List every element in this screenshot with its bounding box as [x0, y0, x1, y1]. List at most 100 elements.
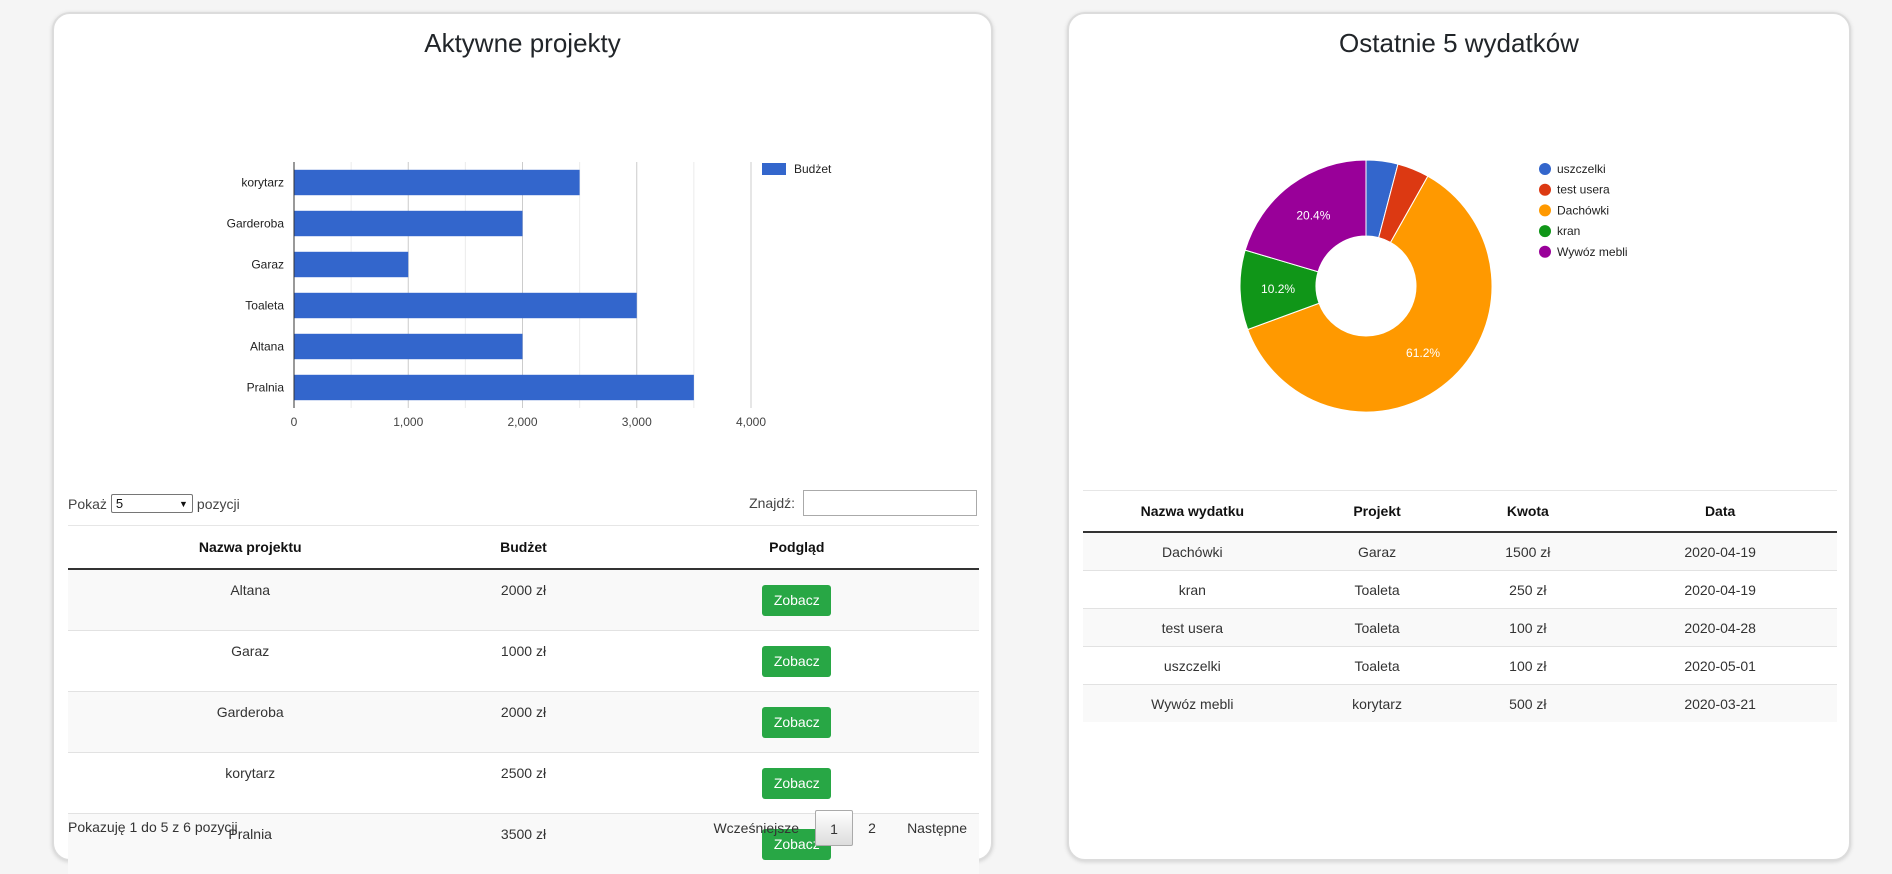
project-name-cell: korytarz	[68, 753, 432, 814]
pagination-page-2[interactable]: 2	[853, 810, 891, 846]
column-header-date[interactable]: Data	[1603, 491, 1837, 533]
page-length-value: 5	[116, 496, 123, 511]
expense-amount-cell: 100 zł	[1452, 647, 1603, 685]
bar-korytarz	[294, 170, 580, 195]
table-row: korytarz2500 zł Zobacz	[68, 753, 979, 814]
search-label: Znajdź:	[749, 495, 795, 511]
legend-label: uszczelki	[1557, 162, 1606, 176]
project-budget-cell: 2500 zł	[432, 753, 614, 814]
x-tick-label: 4,000	[736, 415, 766, 429]
legend-label: Dachówki	[1557, 203, 1609, 217]
projects-header-row: Nazwa projektu Budżet Podgląd	[68, 526, 979, 570]
view-project-button[interactable]: Zobacz	[762, 707, 831, 738]
expense-date-cell: 2020-04-28	[1603, 609, 1837, 647]
bar-Garaz	[294, 252, 408, 277]
legend-swatch	[1539, 163, 1551, 175]
project-name-cell: Garderoba	[68, 692, 432, 753]
project-budget-cell: 2000 zł	[432, 692, 614, 753]
projects-card: Aktywne projekty 01,0002,0003,0004,000ko…	[52, 12, 993, 861]
expenses-donut-chart: 61.2% 10.2% 20.4% uszczelki test usera Dachów…	[1069, 14, 1849, 454]
length-suffix: pozycji	[197, 496, 240, 512]
category-label: Garaz	[251, 258, 284, 272]
project-preview-cell: Zobacz	[615, 692, 979, 753]
table-row: test useraToaleta100 zł2020-04-28	[1083, 609, 1837, 647]
project-budget-cell: 2000 zł	[432, 569, 614, 631]
category-label: Toaleta	[245, 299, 284, 313]
legend-swatch	[1539, 225, 1551, 237]
pagination-page-1[interactable]: 1	[815, 810, 853, 846]
project-name-cell: Garaz	[68, 631, 432, 692]
view-project-button[interactable]: Zobacz	[762, 585, 831, 616]
expense-name-cell: Wywóz mebli	[1083, 685, 1302, 723]
expense-date-cell: 2020-03-21	[1603, 685, 1837, 723]
bar-Altana	[294, 334, 523, 359]
expense-amount-cell: 250 zł	[1452, 571, 1603, 609]
expense-amount-cell: 100 zł	[1452, 609, 1603, 647]
x-tick-label: 2,000	[507, 415, 537, 429]
column-header-project-name[interactable]: Nazwa projektu	[68, 526, 432, 570]
expense-name-cell: Dachówki	[1083, 532, 1302, 571]
slice-label: 20.4%	[1296, 208, 1330, 222]
expense-project-cell: Toaleta	[1302, 609, 1453, 647]
expense-project-cell: korytarz	[1302, 685, 1453, 723]
project-name-cell: Altana	[68, 569, 432, 631]
table-row: DachówkiGaraz1500 zł2020-04-19	[1083, 532, 1837, 571]
column-header-project[interactable]: Projekt	[1302, 491, 1453, 533]
project-preview-cell: Zobacz	[615, 753, 979, 814]
search-input[interactable]	[803, 490, 977, 516]
view-project-button[interactable]: Zobacz	[762, 768, 831, 799]
bar-Toaleta	[294, 293, 637, 318]
table-row: Wywóz meblikorytarz500 zł2020-03-21	[1083, 685, 1837, 723]
table-row: Altana2000 zł Zobacz	[68, 569, 979, 631]
expense-name-cell: kran	[1083, 571, 1302, 609]
column-header-amount[interactable]: Kwota	[1452, 491, 1603, 533]
pagination-previous[interactable]: Wcześniejsze	[713, 820, 799, 836]
x-tick-label: 1,000	[393, 415, 423, 429]
legend-swatch	[762, 163, 786, 175]
table-row: kranToaleta250 zł2020-04-19	[1083, 571, 1837, 609]
table-row: Garderoba2000 zł Zobacz	[68, 692, 979, 753]
project-preview-cell: Zobacz	[615, 631, 979, 692]
expenses-table: Nazwa wydatku Projekt Kwota Data Dachówk…	[1083, 490, 1837, 722]
table-row: Garaz1000 zł Zobacz	[68, 631, 979, 692]
bar-Garderoba	[294, 211, 523, 236]
expenses-card: Ostatnie 5 wydatków 61.2%10.2%20.4%uszcz…	[1067, 12, 1851, 861]
expense-amount-cell: 500 zł	[1452, 685, 1603, 723]
legend-swatch	[1539, 246, 1551, 258]
expense-date-cell: 2020-04-19	[1603, 571, 1837, 609]
length-prefix: Pokaż	[68, 496, 107, 512]
column-header-expense-name[interactable]: Nazwa wydatku	[1083, 491, 1302, 533]
x-tick-label: 0	[291, 415, 298, 429]
column-header-budget[interactable]: Budżet	[432, 526, 614, 570]
expense-project-cell: Garaz	[1302, 532, 1453, 571]
view-project-button[interactable]: Zobacz	[762, 646, 831, 677]
legend-label: Wywóz mebli	[1557, 245, 1628, 259]
page-length-select[interactable]: 5 ▼	[111, 494, 193, 513]
expense-date-cell: 2020-05-01	[1603, 647, 1837, 685]
project-preview-cell: Zobacz	[615, 569, 979, 631]
dropdown-arrow-icon: ▼	[179, 499, 188, 509]
table-row: uszczelkiToaleta100 zł2020-05-01	[1083, 647, 1837, 685]
legend-label: Budżet	[794, 162, 832, 176]
project-budget-cell: 1000 zł	[432, 631, 614, 692]
legend-swatch	[1539, 184, 1551, 196]
pagination-next[interactable]: Następne	[907, 820, 967, 836]
expense-date-cell: 2020-04-19	[1603, 532, 1837, 571]
project-budget-cell: 3500 zł	[432, 814, 614, 874]
legend-label: kran	[1557, 224, 1580, 238]
legend-label: test usera	[1557, 183, 1610, 197]
table-controls: Pokaż 5 ▼ pozycji Znajdź:	[68, 490, 977, 520]
pagination: Wcześniejsze 1 2 Następne	[713, 810, 977, 846]
slice-label: 10.2%	[1261, 282, 1295, 296]
bar-Pralnia	[294, 375, 694, 400]
search-control: Znajdź:	[749, 490, 977, 516]
expense-name-cell: test usera	[1083, 609, 1302, 647]
slice-label: 61.2%	[1406, 346, 1440, 360]
expense-project-cell: Toaleta	[1302, 647, 1453, 685]
expense-name-cell: uszczelki	[1083, 647, 1302, 685]
x-tick-label: 3,000	[622, 415, 652, 429]
table-info: Pokazuję 1 do 5 z 6 pozycji	[68, 819, 238, 835]
category-label: korytarz	[241, 176, 284, 190]
page-length-control: Pokaż 5 ▼ pozycji	[68, 494, 240, 513]
column-header-preview[interactable]: Podgląd	[615, 526, 979, 570]
